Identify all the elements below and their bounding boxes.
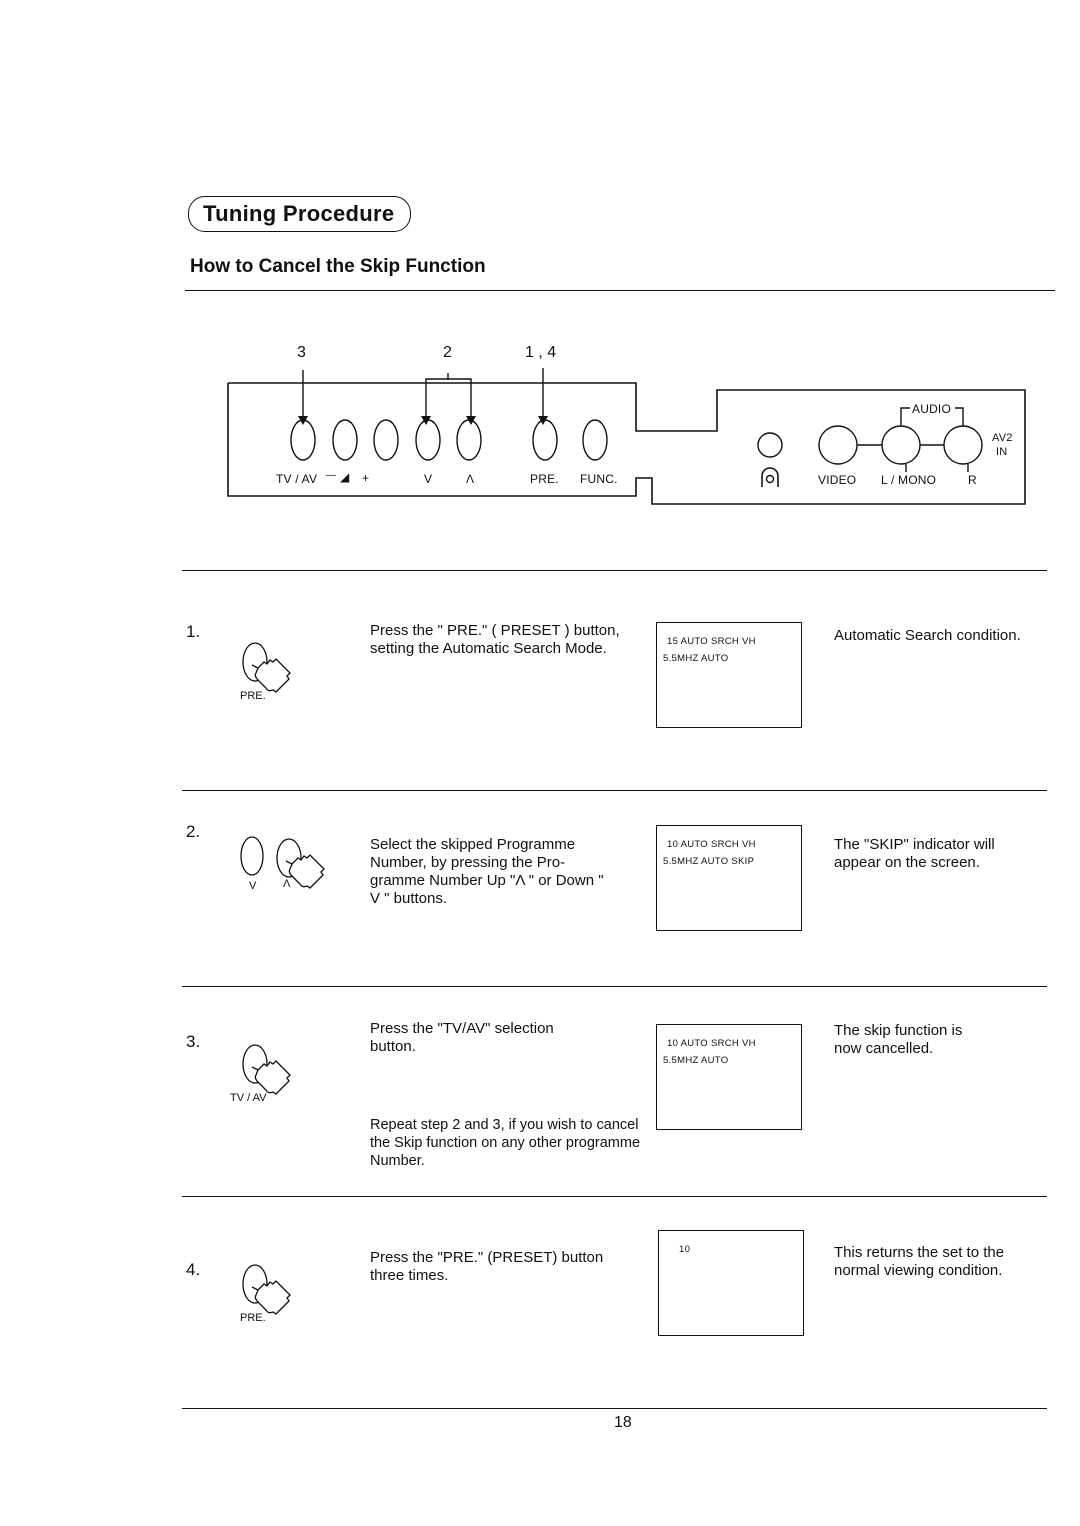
divider xyxy=(182,790,1047,791)
osd-line-2: 5.5MHZ AUTO xyxy=(663,653,729,664)
step-2-screen-display: 10 AUTO SRCH VH 5.5MHZ AUTO SKIP xyxy=(656,825,802,931)
step-2-instruction: Select the skipped Programme Number, by … xyxy=(370,836,604,907)
volume-up-button[interactable]: + xyxy=(362,471,369,485)
video-jack-label: VIDEO xyxy=(818,473,857,487)
callout-step-2: 2 xyxy=(443,344,452,361)
step-2-up-label: Λ xyxy=(283,878,291,890)
step-3-number: 3. xyxy=(186,1032,201,1051)
step-2-down-label: V xyxy=(249,880,257,892)
programme-up-button[interactable]: Λ xyxy=(466,472,474,486)
step-4-result: This returns the set to the normal viewi… xyxy=(834,1244,1005,1279)
step-4-icon-label: PRE. xyxy=(240,1312,266,1324)
osd-line-2: 5.5MHZ AUTO SKIP xyxy=(663,856,755,867)
section-title: Tuning Procedure xyxy=(188,196,412,232)
osd-line-2: 5.5MHZ AUTO xyxy=(663,1055,729,1066)
step-3-instruction: Press the "TV/AV" selection button. xyxy=(370,1020,554,1055)
divider xyxy=(182,1196,1047,1197)
step-3-note: Repeat step 2 and 3, if you wish to canc… xyxy=(370,1117,641,1169)
step-2-result: The "SKIP" indicator will appear on the … xyxy=(834,836,995,871)
programme-down-button[interactable]: V xyxy=(424,472,432,486)
divider xyxy=(182,986,1047,987)
hand-press-icon xyxy=(276,838,325,889)
step-4-number: 4. xyxy=(186,1260,201,1279)
step-4-screen-display: 10 xyxy=(658,1230,804,1336)
volume-icon: ◢ xyxy=(340,470,350,484)
step-1-screen-display: 15 AUTO SRCH VH 5.5MHZ AUTO xyxy=(656,622,802,728)
step-1-icon-label: PRE. xyxy=(240,690,266,702)
page-number: 18 xyxy=(614,1414,632,1431)
step-1-result: Automatic Search condition. xyxy=(834,627,1021,644)
audio-label: AUDIO xyxy=(912,402,952,416)
divider xyxy=(185,290,1055,291)
step-3-screen-display: 10 AUTO SRCH VH 5.5MHZ AUTO xyxy=(656,1024,802,1130)
function-button[interactable]: FUNC. xyxy=(580,472,618,486)
panel-outline xyxy=(227,368,1026,505)
preset-button[interactable]: PRE. xyxy=(530,472,559,486)
step-1-instruction: Press the " PRE." ( PRESET ) button, set… xyxy=(370,622,620,657)
av2-label: AV2 xyxy=(992,432,1013,444)
divider xyxy=(182,570,1047,571)
audio-right-label: R xyxy=(968,473,977,487)
callout-step-1-4: 1 , 4 xyxy=(525,344,557,361)
volume-down-button[interactable]: — xyxy=(326,470,336,481)
step-3-icon-label: TV / AV xyxy=(230,1092,267,1104)
audio-left-mono-label: L / MONO xyxy=(881,473,937,487)
step-3-result: The skip function is now cancelled. xyxy=(834,1022,963,1057)
step-4-instruction: Press the "PRE." (PRESET) button three t… xyxy=(370,1249,604,1284)
tv-av-button[interactable]: TV / AV xyxy=(276,472,317,486)
step-2-number: 2. xyxy=(186,822,201,841)
control-panel-diagram xyxy=(0,0,1080,520)
divider xyxy=(182,1408,1047,1409)
av2-in-label: IN xyxy=(996,446,1008,458)
step-1-number: 1. xyxy=(186,622,201,641)
page-subtitle: How to Cancel the Skip Function xyxy=(190,256,486,277)
programme-down-icon xyxy=(240,836,264,876)
callout-step-3: 3 xyxy=(297,344,306,361)
osd-line-1: 10 xyxy=(679,1244,691,1255)
